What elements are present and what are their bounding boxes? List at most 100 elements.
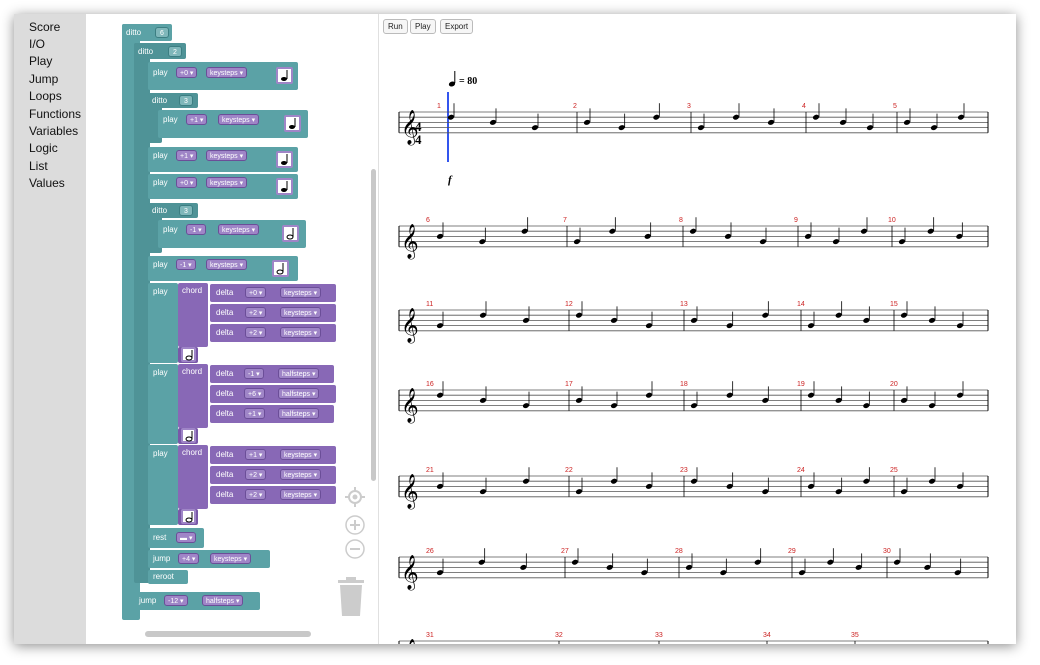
jump-delta-dropdown[interactable]: -12 ▾: [164, 595, 188, 606]
delta-dropdown[interactable]: +2 ▾: [245, 469, 267, 480]
mode-dropdown[interactable]: keysteps ▾: [218, 224, 260, 235]
delta-dropdown[interactable]: +6 ▾: [244, 388, 266, 399]
ditto-three-block[interactable]: ditto 3: [148, 93, 198, 108]
target-icon[interactable]: [344, 486, 366, 508]
jump-block[interactable]: jump -12 ▾ halfsteps ▾: [134, 592, 260, 610]
mode-dropdown[interactable]: halfsteps ▾: [278, 388, 320, 399]
category-list[interactable]: List: [29, 159, 48, 173]
delta-dropdown[interactable]: +0 ▾: [245, 287, 267, 298]
delta-block[interactable]: delta -1 ▾ halfsteps ▾: [210, 365, 334, 383]
delta-block[interactable]: delta +1 ▾ halfsteps ▾: [210, 405, 334, 423]
mode-dropdown[interactable]: halfsteps ▾: [278, 368, 320, 379]
delta-block[interactable]: delta +2 ▾ keysteps ▾: [210, 304, 336, 322]
delta-dropdown[interactable]: +1 ▾: [244, 408, 266, 419]
delta-dropdown[interactable]: +1 ▾: [245, 449, 267, 460]
chord-block[interactable]: chord: [178, 364, 208, 428]
play-block[interactable]: play +0 ▾ keysteps ▾: [148, 174, 298, 199]
delta-block[interactable]: delta +0 ▾ keysteps ▾: [210, 284, 336, 302]
play-chord-block[interactable]: play: [148, 364, 178, 444]
delta-dropdown[interactable]: +0 ▾: [176, 67, 198, 78]
delta-dropdown[interactable]: -1 ▾: [186, 224, 206, 235]
quarter-note-icon[interactable]: [276, 151, 293, 168]
delta-dropdown[interactable]: -1 ▾: [244, 368, 264, 379]
zoom-out-icon[interactable]: [344, 538, 366, 560]
mode-dropdown[interactable]: halfsteps ▾: [278, 408, 320, 419]
rest-duration-dropdown[interactable]: ▬ ▾: [176, 532, 197, 543]
quarter-note-icon[interactable]: [276, 178, 293, 195]
inner-ditto-block[interactable]: ditto 2: [134, 43, 186, 59]
ditto-count[interactable]: 6: [155, 27, 169, 38]
chord-duration[interactable]: [178, 428, 198, 444]
chord-block[interactable]: chord: [178, 283, 208, 347]
mode-dropdown[interactable]: keysteps ▾: [206, 67, 248, 78]
jump-block[interactable]: jump +4 ▾ keysteps ▾: [148, 550, 270, 568]
ditto-three-block[interactable]: ditto 3: [148, 203, 198, 218]
half-note-icon[interactable]: [181, 428, 196, 443]
category-play[interactable]: Play: [29, 54, 52, 68]
play-block[interactable]: play -1 ▾ keysteps ▾: [158, 220, 306, 248]
play-chord-block[interactable]: play: [148, 283, 178, 363]
mode-dropdown[interactable]: keysteps ▾: [280, 307, 322, 318]
half-note-icon[interactable]: [181, 347, 196, 362]
delta-dropdown[interactable]: +1 ▾: [186, 114, 208, 125]
mode-dropdown[interactable]: keysteps ▾: [206, 177, 248, 188]
half-note-icon[interactable]: [181, 509, 196, 524]
category-score[interactable]: Score: [29, 20, 60, 34]
block-workspace[interactable]: ditto 6 ditto 2 play +0 ▾ keysteps ▾ dit…: [86, 14, 378, 644]
delta-block[interactable]: delta +2 ▾ keysteps ▾: [210, 466, 336, 484]
delta-dropdown[interactable]: +2 ▾: [245, 489, 267, 500]
delta-dropdown[interactable]: +2 ▾: [245, 327, 267, 338]
ditto-count[interactable]: 3: [179, 95, 193, 106]
category-functions[interactable]: Functions: [29, 107, 81, 121]
reroot-block[interactable]: reroot: [148, 570, 188, 584]
delta-block[interactable]: delta +1 ▾ keysteps ▾: [210, 446, 336, 464]
mode-dropdown[interactable]: keysteps ▾: [280, 489, 322, 500]
play-block[interactable]: play +1 ▾ keysteps ▾: [148, 147, 298, 172]
delta-block[interactable]: delta +6 ▾ halfsteps ▾: [210, 385, 336, 403]
delta-dropdown[interactable]: +0 ▾: [176, 177, 198, 188]
mode-dropdown[interactable]: keysteps ▾: [280, 287, 322, 298]
mode-dropdown[interactable]: keysteps ▾: [206, 259, 248, 270]
delta-dropdown[interactable]: -1 ▾: [176, 259, 196, 270]
ditto-count[interactable]: 3: [179, 205, 193, 216]
half-note-icon[interactable]: [272, 260, 289, 277]
workspace-horizontal-scrollbar[interactable]: [145, 631, 311, 637]
mode-dropdown[interactable]: keysteps ▾: [210, 553, 252, 564]
category-variables[interactable]: Variables: [29, 124, 78, 138]
half-note-icon[interactable]: [282, 225, 299, 242]
category-values[interactable]: Values: [29, 176, 65, 190]
quarter-note-icon[interactable]: [284, 115, 301, 132]
delta-dropdown[interactable]: +2 ▾: [245, 307, 267, 318]
delta-block[interactable]: delta +2 ▾ keysteps ▾: [210, 324, 336, 342]
chord-duration[interactable]: [178, 347, 198, 363]
play-chord-block[interactable]: play: [148, 445, 178, 525]
mode-dropdown[interactable]: keysteps ▾: [218, 114, 260, 125]
export-button[interactable]: Export: [440, 19, 474, 34]
play-block[interactable]: play +0 ▾ keysteps ▾: [148, 62, 298, 90]
mode-dropdown[interactable]: keysteps ▾: [280, 469, 322, 480]
jump-delta-dropdown[interactable]: +4 ▾: [178, 553, 200, 564]
play-button[interactable]: Play: [410, 19, 436, 34]
mode-dropdown[interactable]: keysteps ▾: [280, 449, 322, 460]
chord-block[interactable]: chord: [178, 445, 208, 509]
category-io[interactable]: I/O: [29, 37, 45, 51]
ditto-block[interactable]: ditto 6: [122, 24, 172, 41]
chord-duration[interactable]: [178, 509, 198, 525]
mode-dropdown[interactable]: keysteps ▾: [206, 150, 248, 161]
mode-dropdown[interactable]: halfsteps ▾: [202, 595, 244, 606]
quarter-note-icon[interactable]: [276, 67, 293, 84]
category-jump[interactable]: Jump: [29, 72, 58, 86]
trash-icon[interactable]: [336, 576, 366, 618]
ditto-count[interactable]: 2: [168, 46, 182, 57]
play-block[interactable]: play -1 ▾ keysteps ▾: [148, 256, 298, 281]
zoom-in-icon[interactable]: [344, 514, 366, 536]
workspace-vertical-scrollbar[interactable]: [371, 169, 376, 481]
category-logic[interactable]: Logic: [29, 141, 58, 155]
delta-block[interactable]: delta +2 ▾ keysteps ▾: [210, 486, 336, 504]
delta-dropdown[interactable]: +1 ▾: [176, 150, 198, 161]
run-button[interactable]: Run: [383, 19, 408, 34]
play-block[interactable]: play +1 ▾ keysteps ▾: [158, 110, 308, 138]
category-loops[interactable]: Loops: [29, 89, 62, 103]
rest-block[interactable]: rest ▬ ▾: [148, 528, 204, 548]
mode-dropdown[interactable]: keysteps ▾: [280, 327, 322, 338]
